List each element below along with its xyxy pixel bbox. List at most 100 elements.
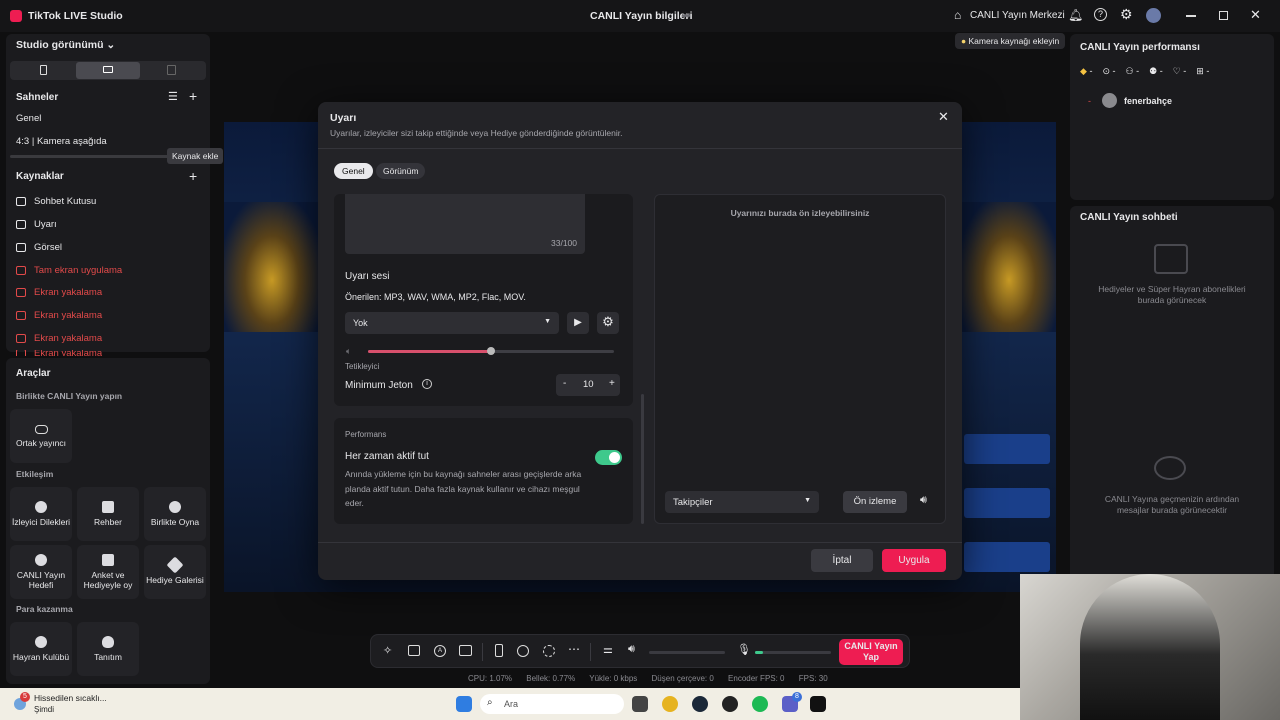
interaction-title: Etkileşim: [16, 469, 54, 479]
alert-text-area[interactable]: 33/100: [345, 194, 585, 254]
live-center-link[interactable]: CANLI Yayın Merkezi: [970, 10, 1065, 21]
landscape-tab[interactable]: [76, 62, 140, 79]
phone-icon[interactable]: [495, 644, 503, 657]
fan-club-tool[interactable]: Hayran Kulübü: [10, 622, 72, 676]
source-label: Görsel: [34, 241, 62, 253]
play-sound-button[interactable]: ▶: [567, 312, 589, 334]
record-icon[interactable]: [517, 645, 529, 657]
bell-icon[interactable]: 🔔︎: [1068, 8, 1083, 22]
camera-hint-chip[interactable]: ● Kamera kaynağı ekleyin: [955, 33, 1066, 49]
scene-scrollbar[interactable]: [10, 155, 170, 158]
source-item[interactable]: Ekran yakalama: [16, 329, 102, 347]
cohost-tool[interactable]: Ortak yayıncı: [10, 409, 72, 463]
source-item[interactable]: Uyarı: [16, 215, 57, 233]
speaker-icon[interactable]: 🔊︎: [628, 643, 635, 656]
tiktok-logo-icon: [10, 10, 22, 22]
metric-diamond[interactable]: ◆ -: [1080, 66, 1092, 77]
avatar[interactable]: [1146, 8, 1161, 23]
source-icon: [16, 196, 26, 206]
preview-event-value: Takipçiler: [673, 497, 713, 508]
magic-wand-icon[interactable]: ✧: [383, 644, 392, 657]
help-icon[interactable]: ?: [1094, 8, 1107, 21]
metric-gifts[interactable]: ⊞ -: [1196, 66, 1209, 77]
portrait-icon[interactable]: [40, 65, 47, 75]
settings-scrollbar[interactable]: [641, 394, 644, 524]
go-live-button[interactable]: CANLI Yayın Yap: [839, 639, 903, 665]
audio-mixer-icon[interactable]: ⚌: [603, 643, 613, 656]
camera-effects-icon[interactable]: [543, 645, 555, 657]
gear-icon[interactable]: ⚙: [1120, 6, 1133, 23]
weather-text[interactable]: Hissedilen sıcaklı...: [34, 693, 107, 703]
ai-icon[interactable]: A: [434, 645, 446, 657]
task-view-icon[interactable]: [632, 696, 648, 712]
chrome-icon[interactable]: [662, 696, 678, 712]
minimize-icon[interactable]: [1186, 15, 1196, 17]
microphone-icon[interactable]: 🎙︎: [737, 643, 751, 656]
dropdown-arrow-icon: ▼: [804, 497, 811, 504]
tiktok-live-taskbar-icon[interactable]: [810, 696, 826, 712]
live-goal-tool[interactable]: CANLI Yayın Hedefi: [10, 545, 72, 599]
steam-icon[interactable]: [692, 696, 708, 712]
gift-gallery-tool[interactable]: Hediye Galerisi: [144, 545, 206, 599]
always-active-label: Her zaman aktif tut: [345, 451, 429, 462]
taskbar-search[interactable]: ⌕ Ara: [480, 694, 624, 714]
more-icon[interactable]: ⋯: [568, 642, 580, 656]
mic-level-meter[interactable]: [755, 651, 831, 654]
poll-tool[interactable]: Anket ve Hediyeyle oy: [77, 545, 139, 599]
cancel-button[interactable]: İptal: [811, 549, 873, 572]
info-icon[interactable]: i: [422, 379, 432, 389]
play-together-tool[interactable]: Birlikte Oyna: [144, 487, 206, 541]
screen-share-icon[interactable]: [408, 645, 420, 656]
home-icon[interactable]: ⌂: [954, 8, 961, 22]
cpu-stat: CPU: 1.07%: [468, 674, 513, 683]
divider: [318, 542, 962, 543]
source-item[interactable]: Görsel: [16, 238, 62, 256]
metric-coins[interactable]: ⊙ -: [1102, 66, 1115, 77]
source-item[interactable]: Ekran yakalama: [16, 306, 102, 324]
volume-slider[interactable]: [368, 347, 614, 355]
spotify-icon[interactable]: [752, 696, 768, 712]
maximize-icon[interactable]: [1219, 11, 1228, 20]
app-icon[interactable]: [722, 696, 738, 712]
studio-view-dropdown[interactable]: Studio görünümü ⌄: [16, 39, 115, 51]
min-coins-value[interactable]: 10: [583, 379, 594, 390]
add-scene-icon[interactable]: +: [189, 88, 197, 104]
windows-start-icon[interactable]: [456, 696, 472, 712]
scene-item[interactable]: Genel: [16, 113, 41, 124]
source-item[interactable]: Ekran yakalama: [16, 283, 102, 301]
scene-item[interactable]: 4:3 | Kamera aşağıda: [16, 136, 107, 147]
dual-icon[interactable]: [167, 65, 176, 75]
media-icon[interactable]: [459, 645, 472, 656]
source-item[interactable]: Ekran yakalama: [16, 350, 102, 356]
preview-event-select[interactable]: Takipçiler ▼: [665, 491, 819, 513]
tab-appearance[interactable]: Görünüm: [376, 163, 426, 179]
sound-settings-button[interactable]: ⚙: [597, 312, 619, 334]
increment-button[interactable]: +: [609, 378, 615, 389]
share-icon[interactable]: ➦: [682, 9, 691, 22]
metric-likes[interactable]: ♡ -: [1173, 66, 1187, 77]
volume-thumb[interactable]: [487, 347, 495, 355]
sound-select[interactable]: Yok ▼: [345, 312, 559, 334]
tab-general[interactable]: Genel: [334, 163, 373, 179]
top-user-name[interactable]: fenerbahçe: [1124, 96, 1172, 106]
speaker-icon[interactable]: 🔊︎: [920, 494, 927, 507]
source-item[interactable]: Tam ekran uygulama: [16, 261, 122, 279]
guide-tool[interactable]: Rehber: [77, 487, 139, 541]
source-item[interactable]: Sohbet Kutusu: [16, 192, 96, 210]
metric-followers[interactable]: ⚉ -: [1149, 66, 1163, 77]
add-source-icon[interactable]: +: [189, 168, 197, 184]
apply-button[interactable]: Uygula: [882, 549, 946, 572]
stream-info-title[interactable]: CANLI Yayın bilgileri: [590, 10, 693, 22]
close-icon[interactable]: ✕: [1250, 7, 1261, 23]
decrement-button[interactable]: -: [563, 378, 566, 389]
close-icon[interactable]: ✕: [938, 109, 949, 125]
list-icon[interactable]: ☰: [168, 90, 178, 103]
always-active-toggle[interactable]: [595, 450, 622, 465]
promote-tool[interactable]: Tanıtım: [77, 622, 139, 676]
viewer-wishes-tool[interactable]: İzleyici Dilekleri: [10, 487, 72, 541]
preview-button[interactable]: Ön izleme: [843, 491, 907, 513]
speaker-volume-slider[interactable]: [649, 651, 725, 654]
weather-badge: 5: [20, 692, 30, 702]
lightbulb-icon: ●: [961, 36, 967, 46]
metric-viewers[interactable]: ⚇ -: [1126, 66, 1140, 77]
